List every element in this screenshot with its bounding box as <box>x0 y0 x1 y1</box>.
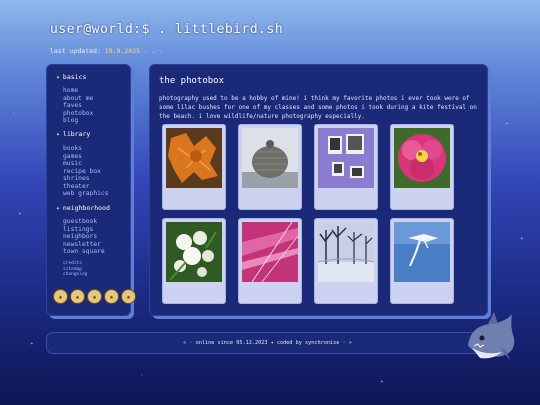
photo-card-white-lilac[interactable] <box>163 219 225 303</box>
sidebar-item-guestbook[interactable]: guestbook <box>63 218 97 225</box>
photo-image <box>394 128 450 188</box>
updated-date: 19.9.2025 <box>104 47 141 55</box>
star-badge-icon: ★ <box>87 289 102 304</box>
background-star-icon: ✦ <box>505 120 509 127</box>
background-star-icon: · <box>140 372 144 379</box>
sidebar-item-games[interactable]: games <box>63 153 82 160</box>
sidebar-item-music[interactable]: music <box>63 160 82 167</box>
photo-card-snowy-trees[interactable] <box>315 219 377 303</box>
site-title: user@world:$ . littlebird.sh <box>50 22 284 37</box>
photo-card-bird-kite[interactable] <box>391 219 453 303</box>
photo-card-purple-frames[interactable] <box>315 125 377 209</box>
photobox-panel: the photobox photography used to be a ho… <box>149 64 488 316</box>
updated-suffix: . . . <box>143 47 164 55</box>
section-label: basics <box>62 73 87 81</box>
sidebar-item-town-square[interactable]: town square <box>63 248 105 255</box>
sidebar-item-newsletter[interactable]: newsletter <box>63 241 101 248</box>
sidebar-item-about-me[interactable]: about me <box>63 95 93 102</box>
star-badge-icon: ★ <box>121 289 136 304</box>
sidebar-item-books[interactable]: books <box>63 145 82 152</box>
background-star-icon: ✦ <box>520 235 524 242</box>
star-badge-icon: ★ <box>70 289 85 304</box>
photo-image <box>318 222 374 282</box>
sidebar-item-blog[interactable]: blog <box>63 117 78 124</box>
photo-image <box>394 222 450 282</box>
sidebar-item-home[interactable]: home <box>63 87 78 94</box>
last-updated: last updated: 19.9.2025 . . . <box>50 47 164 55</box>
background-star-icon: ✦ <box>380 378 384 385</box>
star-icon: ✦ <box>56 204 60 212</box>
sidebar-section-library[interactable]: ✦ library <box>56 130 90 138</box>
sidebar-item-changelog[interactable]: changelog <box>63 272 87 277</box>
intro-text: photography used to be a hobby of mine! … <box>159 95 477 120</box>
star-badge-icon: ★ <box>104 289 119 304</box>
sidebar-item-recipe-box[interactable]: recipe box <box>63 168 101 175</box>
sidebar-section-neighborhood[interactable]: ✦ neighborhood <box>56 204 110 212</box>
photo-image <box>242 128 298 188</box>
sidebar-item-shrines[interactable]: shrines <box>63 175 90 182</box>
photo-image <box>166 128 222 188</box>
star-icon: ✦ <box>56 130 60 138</box>
footer: « · online since 05.12.2023 ✦ coded by s… <box>47 333 488 353</box>
sidebar-item-web-graphics[interactable]: web graphics <box>63 190 109 197</box>
sidebar-item-sitemap[interactable]: sitemap <box>63 267 82 272</box>
photo-card-knit-hat[interactable] <box>239 125 301 209</box>
star-icon: ✦ <box>56 73 60 81</box>
photo-image <box>166 222 222 282</box>
sidebar-nav: ✦ basics home about me faves photobox blo… <box>46 64 136 316</box>
sidebar-item-listings[interactable]: listings <box>63 226 93 233</box>
background-star-icon: · <box>12 110 16 117</box>
photo-image <box>242 222 298 282</box>
photo-card-pink-flower[interactable] <box>391 125 453 209</box>
sidebar-item-neighbors[interactable]: neighbors <box>63 233 97 240</box>
star-badges: ★ ★ ★ ★ ★ <box>53 289 136 304</box>
sidebar-item-credits[interactable]: credits <box>63 261 82 266</box>
photo-image <box>318 128 374 188</box>
photo-card-orange-leaves[interactable] <box>163 125 225 209</box>
shark-icon <box>462 308 518 368</box>
sidebar-section-basics[interactable]: ✦ basics <box>56 73 86 81</box>
background-star-icon: ✦ <box>18 210 22 217</box>
background-star-icon: ✦ <box>30 340 34 347</box>
sidebar-item-photobox[interactable]: photobox <box>63 110 93 117</box>
star-badge-icon: ★ <box>53 289 68 304</box>
photo-card-pink-kite[interactable] <box>239 219 301 303</box>
updated-label: last updated: <box>50 47 101 55</box>
section-label: library <box>62 130 91 138</box>
sidebar-item-theater[interactable]: theater <box>63 183 90 190</box>
sidebar-item-faves[interactable]: faves <box>63 102 82 109</box>
page-title: the photobox <box>159 76 225 86</box>
section-label: neighborhood <box>62 204 110 212</box>
